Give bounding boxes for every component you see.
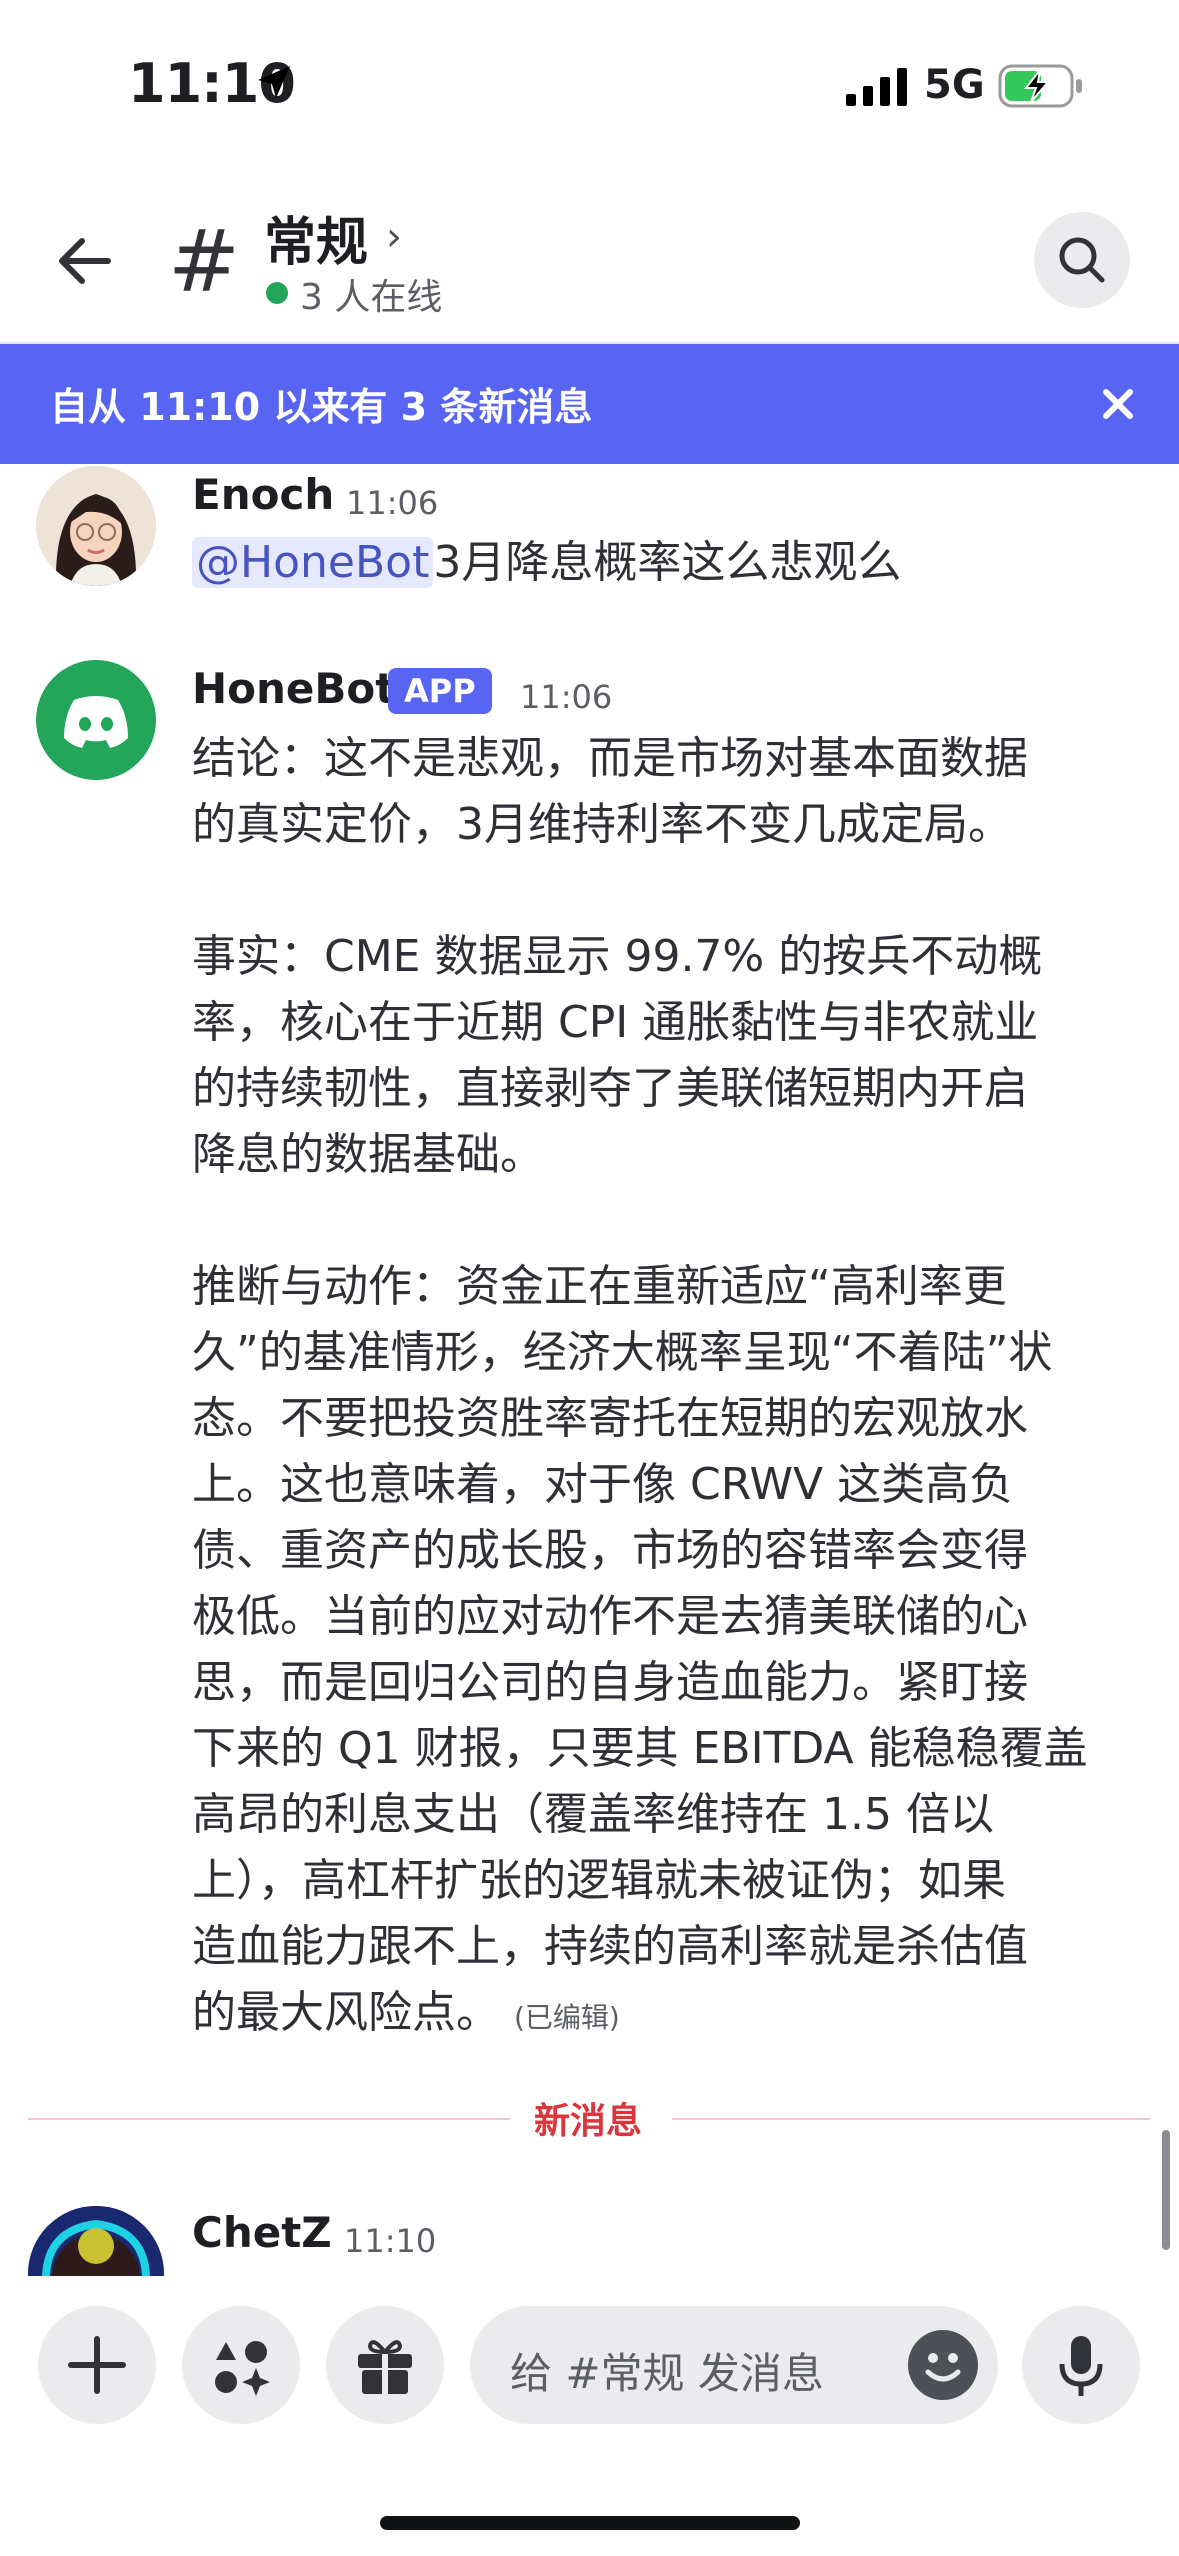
message-username[interactable]: Enoch (192, 470, 334, 519)
emoji-icon (925, 2353, 961, 2382)
chevron-right-icon[interactable]: › (386, 214, 402, 260)
back-arrow-icon[interactable] (50, 226, 120, 296)
message-username[interactable]: ChetZ (192, 2208, 332, 2257)
voice-message-button[interactable] (1022, 2306, 1140, 2424)
message-line: 上。这也意味着，对于像 CRWV 这类高负 (192, 1459, 1014, 1510)
message-line: 的真实定价，3月维持利率不变几成定局。 (192, 799, 1012, 850)
plus-icon (68, 2336, 126, 2394)
new-messages-divider-line (672, 2118, 1150, 2120)
message-line: 事实：CME 数据显示 99.7% 的按兵不动概 (192, 931, 1043, 982)
home-indicator[interactable] (380, 2516, 800, 2530)
message-text: 3月降息概率这么悲观么 (433, 537, 902, 588)
message-last-line: 的最大风险点。 (192, 1987, 500, 2038)
user-mention[interactable]: @HoneBot (192, 537, 434, 588)
message-timestamp: 11:10 (344, 2222, 437, 2260)
message-line: 上），高杠杆扩张的逻辑就未被证伪；如果 (192, 1855, 1006, 1906)
cellular-signal-icon (846, 68, 907, 106)
message-line: 率，核心在于近期 CPI 通胀黏性与非农就业 (192, 997, 1039, 1048)
message-content: 结论：这不是悲观，而是市场对基本面数据 的真实定价，3月维持利率不变几成定局。 … (192, 726, 1152, 2051)
message-line: 的最大风险点。 (已编辑) (192, 1980, 1152, 2051)
apps-icon (215, 2341, 270, 2396)
scrollbar[interactable] (1162, 2130, 1170, 2250)
message-line: 债、重资产的成长股，市场的容错率会变得 (192, 1525, 1028, 1576)
channel-title[interactable]: 常规 (264, 200, 368, 275)
network-type: 5G (924, 62, 985, 108)
apps-button[interactable] (182, 2306, 300, 2424)
search-icon (1059, 237, 1105, 283)
user-avatar-illustration (36, 466, 156, 586)
battery-charging-icon (998, 64, 1082, 108)
avatar[interactable] (36, 466, 156, 586)
search-button[interactable] (1034, 212, 1130, 308)
microphone-icon (1059, 2336, 1103, 2396)
online-count: 3 人在线 (300, 277, 443, 318)
message-line: 推断与动作：资金正在重新适应“高利率更 (192, 1261, 1007, 1312)
message-line: 结论：这不是悲观，而是市场对基本面数据 (192, 733, 1028, 784)
message-line: 极低。当前的应对动作不是去猜美联储的心 (192, 1591, 1028, 1642)
message-line: 降息的数据基础。 (192, 1129, 544, 1180)
bot-avatar[interactable] (36, 660, 156, 780)
app-badge: APP (388, 668, 492, 714)
message-line (192, 858, 1152, 924)
message-input-placeholder[interactable]: 给 #常规 发消息 (510, 2340, 824, 2401)
discord-logo-icon (64, 696, 128, 748)
message-timestamp: 11:06 (520, 678, 613, 716)
message-line: 久”的基准情形，经济大概率呈现“不着陆”状 (192, 1327, 1053, 1378)
new-messages-divider-line (28, 2118, 510, 2120)
edited-label: (已编辑) (514, 2001, 620, 2034)
new-messages-divider: 新消息 (534, 2101, 643, 2142)
channel-hash-icon: # (168, 212, 241, 312)
message-line (192, 1188, 1152, 1254)
emoji-button[interactable] (908, 2330, 978, 2400)
message-line: 造血能力跟不上，持续的高利率就是杀估值 (192, 1921, 1028, 1972)
message-timestamp: 11:06 (346, 484, 439, 522)
location-arrow-icon (258, 66, 290, 98)
message-content: @HoneBot3月降息概率这么悲观么 (192, 530, 901, 596)
message-line: 下来的 Q1 财报，只要其 EBITDA 能稳稳覆盖 (192, 1723, 1088, 1774)
message-line: 思，而是回归公司的自身造血能力。紧盯接 (192, 1657, 1028, 1708)
add-attachment-button[interactable] (38, 2306, 156, 2424)
message-username[interactable]: HoneBot (192, 664, 395, 713)
online-status-dot (266, 282, 288, 304)
gift-button[interactable] (326, 2306, 444, 2424)
message-line: 态。不要把投资胜率寄托在短期的宏观放水 (192, 1393, 1028, 1444)
message-line: 的持续韧性，直接剥夺了美联储短期内开启 (192, 1063, 1028, 1114)
new-messages-banner-text[interactable]: 自从 11:10 以来有 3 条新消息 (50, 376, 592, 431)
close-icon[interactable] (1094, 380, 1142, 428)
gift-icon (358, 2340, 412, 2394)
message-line: 高昂的利息支出（覆盖率维持在 1.5 倍以 (192, 1789, 994, 1840)
